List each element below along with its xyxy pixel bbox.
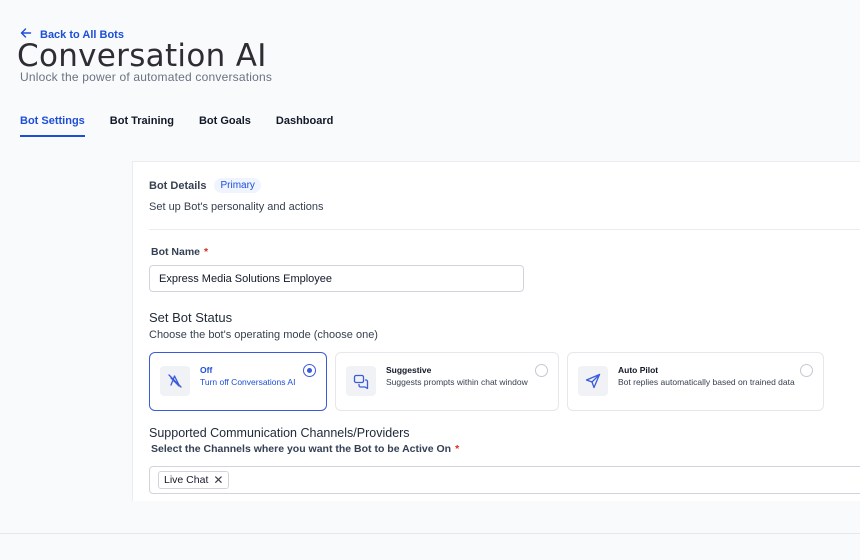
tab-bot-training[interactable]: Bot Training	[110, 115, 174, 137]
mode-off-radio[interactable]	[303, 364, 316, 377]
channel-chip-live-chat: Live Chat ✕	[158, 471, 230, 489]
bot-details-card: Bot Details Primary Set up Bot's persona…	[132, 161, 860, 501]
bot-details-title: Bot Details	[149, 179, 207, 192]
channels-label-text: Select the Channels where you want the B…	[151, 443, 452, 455]
primary-badge: Primary	[214, 178, 261, 193]
mode-option-suggestive[interactable]: Suggestive Suggests prompts within chat …	[335, 352, 559, 411]
bot-name-label: Bot Name *	[151, 246, 208, 258]
bot-status-description: Choose the bot's operating mode (choose …	[149, 329, 378, 341]
section-divider	[149, 229, 860, 230]
bot-status-title: Set Bot Status	[149, 310, 233, 325]
bot-details-header: Bot Details Primary	[149, 178, 261, 193]
bot-name-input[interactable]: Express Media Solutions Employee	[149, 265, 524, 292]
channel-chip-label: Live Chat	[164, 474, 209, 486]
mode-auto-pilot-description: Bot replies automatically based on train…	[618, 377, 795, 387]
bot-name-label-text: Bot Name	[151, 246, 201, 258]
page-title: Conversation AI	[17, 38, 267, 74]
chat-suggest-icon	[346, 366, 376, 396]
tab-bot-goals[interactable]: Bot Goals	[199, 115, 251, 137]
bot-name-value: Express Media Solutions Employee	[159, 272, 333, 285]
required-marker: *	[455, 443, 460, 455]
tab-dashboard[interactable]: Dashboard	[276, 115, 333, 137]
bot-off-icon	[160, 366, 190, 396]
tab-bot-settings[interactable]: Bot Settings	[20, 115, 85, 137]
mode-suggestive-description: Suggests prompts within chat window	[386, 377, 528, 387]
tab-bar: Bot Settings Bot Training Bot Goals Dash…	[20, 115, 358, 137]
channels-label: Select the Channels where you want the B…	[151, 443, 459, 455]
mode-suggestive-radio[interactable]	[535, 364, 548, 377]
channels-title: Supported Communication Channels/Provide…	[149, 426, 410, 440]
mode-option-auto-pilot[interactable]: Auto Pilot Bot replies automatically bas…	[567, 352, 824, 411]
mode-off-title: Off	[200, 365, 213, 375]
mode-auto-pilot-radio[interactable]	[800, 364, 813, 377]
mode-suggestive-title: Suggestive	[386, 365, 432, 375]
mode-off-description: Turn off Conversations AI	[200, 377, 296, 387]
channels-multiselect[interactable]: Live Chat ✕	[149, 466, 860, 494]
footer-divider	[0, 533, 860, 534]
mode-option-off[interactable]: Off Turn off Conversations AI	[149, 352, 327, 411]
bot-details-description: Set up Bot's personality and actions	[149, 201, 324, 213]
bot-status-options: Off Turn off Conversations AI Suggestive…	[149, 352, 824, 411]
page-subtitle: Unlock the power of automated conversati…	[20, 70, 273, 84]
required-marker: *	[204, 246, 209, 258]
mode-auto-pilot-title: Auto Pilot	[618, 365, 659, 375]
send-icon	[578, 366, 608, 396]
close-icon[interactable]: ✕	[213, 474, 223, 486]
